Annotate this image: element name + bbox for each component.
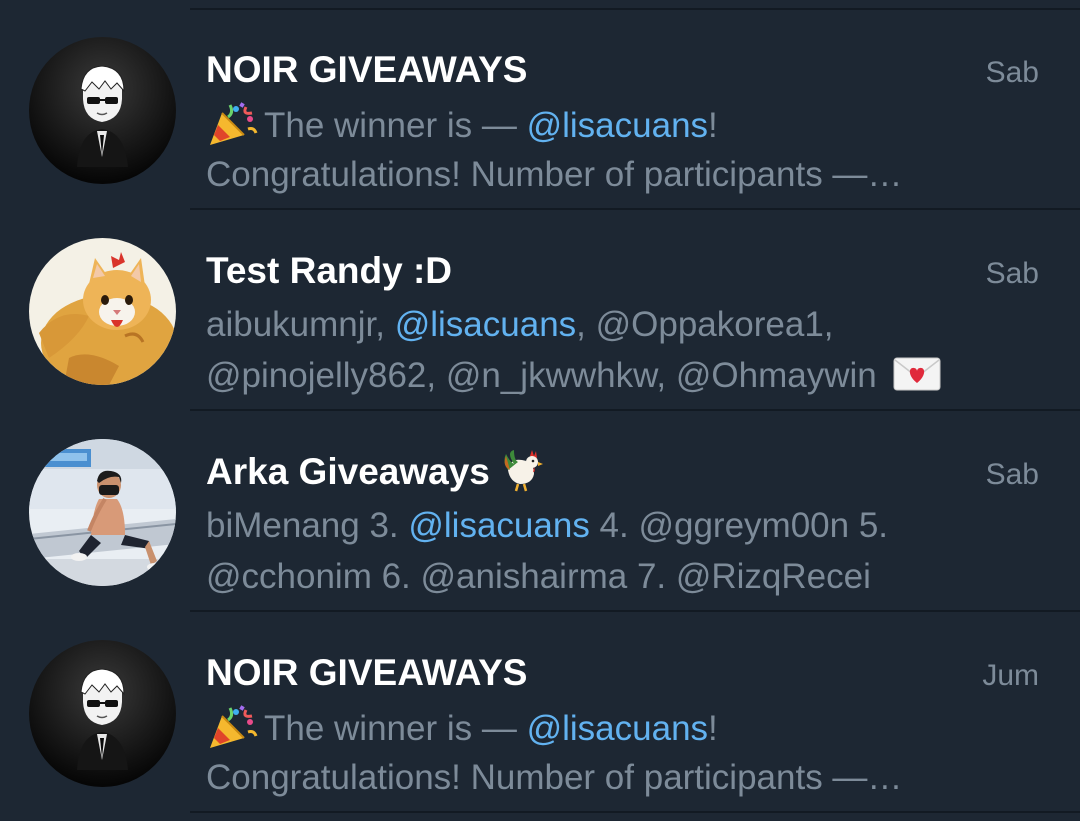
message-text: @pinojelly862, @n_jkwwhkw, @Ohmaywin	[206, 356, 877, 395]
cat-chicken-avatar	[29, 238, 176, 385]
chat-row-arka-giveaways[interactable]: Arka Giveaways Sab biMenang 3. @lisacuan…	[0, 411, 1080, 612]
message-preview-line1: The winner is — @lisacuans!	[206, 704, 718, 752]
message-preview-line1: biMenang 3. @lisacuans 4. @ggreym00n 5.	[206, 503, 888, 549]
rooster-icon	[500, 448, 544, 492]
message-preview-line1: aibukumnjr, @lisacuans, @Oppakorea1,	[206, 302, 834, 348]
chat-name: NOIR GIVEAWAYS	[206, 49, 528, 90]
message-preview-line2: Congratulations! Number of participants …	[206, 758, 903, 797]
message-preview-line2: Congratulations! Number of participants …	[206, 155, 903, 194]
chat-name: Arka Giveaways	[206, 448, 544, 496]
chat-row-test-randy[interactable]: Test Randy :D Sab aibukumnjr, @lisacuans…	[0, 210, 1080, 411]
chat-time: Sab	[985, 56, 1039, 89]
chat-row-noir-giveaways[interactable]: NOIR GIVEAWAYS Sab The winner is — @lisa…	[0, 9, 1080, 210]
message-text: The winner is —	[264, 106, 527, 145]
chat-time: Jum	[982, 659, 1039, 692]
mention-link[interactable]: @lisacuans	[527, 709, 708, 748]
chat-name-text: Arka Giveaways	[206, 451, 490, 492]
chat-time: Sab	[985, 458, 1039, 491]
chat-name: Test Randy :D	[206, 250, 453, 291]
noir-avatar	[29, 37, 176, 184]
chat-time: Sab	[985, 257, 1039, 290]
message-text: , @Oppakorea1,	[576, 305, 834, 344]
love-letter-icon	[893, 357, 941, 391]
message-preview-line1: The winner is — @lisacuans!	[206, 101, 718, 149]
message-text: The winner is —	[264, 709, 527, 748]
mention-link[interactable]: @lisacuans	[395, 305, 576, 344]
mention-link[interactable]: @lisacuans	[408, 506, 589, 545]
party-popper-icon	[206, 704, 258, 750]
noir-avatar	[29, 640, 176, 787]
message-preview-line2: @pinojelly862, @n_jkwwhkw, @Ohmaywin	[206, 353, 941, 399]
mention-link[interactable]: @lisacuans	[527, 106, 708, 145]
chat-name: NOIR GIVEAWAYS	[206, 652, 528, 693]
message-text: !	[708, 709, 718, 748]
party-popper-icon	[206, 101, 258, 147]
person-photo-avatar	[29, 439, 176, 586]
chat-list: NOIR GIVEAWAYS Sab The winner is — @lisa…	[0, 0, 1080, 821]
chat-row-noir-giveaways[interactable]: NOIR GIVEAWAYS Jum The winner is — @lisa…	[0, 612, 1080, 813]
message-preview-line2: @cchonim 6. @anishairma 7. @RizqRecei	[206, 557, 871, 596]
message-text: 4. @ggreym00n 5.	[589, 506, 889, 545]
message-text: !	[708, 106, 718, 145]
divider	[190, 811, 1080, 813]
message-text: aibukumnjr,	[206, 305, 395, 344]
message-text: biMenang 3.	[206, 506, 409, 545]
